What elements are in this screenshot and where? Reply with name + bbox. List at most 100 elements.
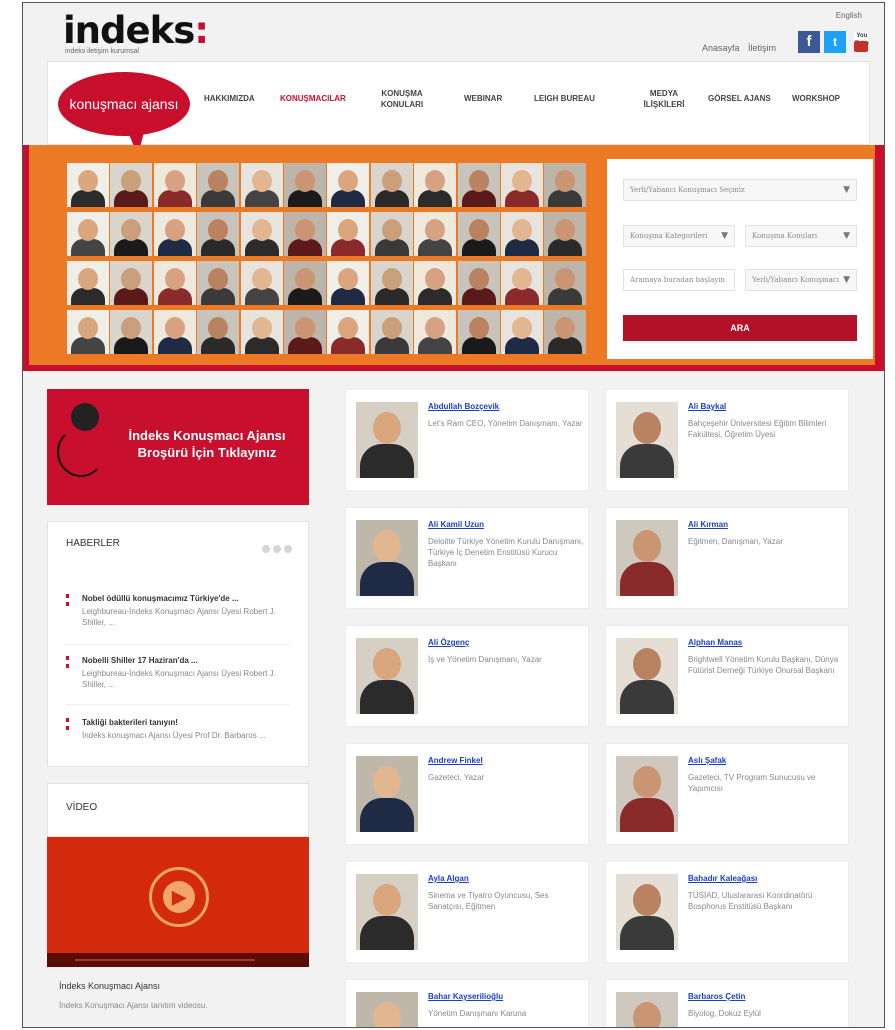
speaker-thumbnail[interactable] — [153, 310, 196, 354]
speaker-thumbnail[interactable] — [544, 310, 587, 354]
pager-dot[interactable] — [273, 545, 281, 553]
speaker-thumbnail[interactable] — [284, 163, 326, 207]
speaker-thumbnail[interactable] — [457, 163, 500, 207]
nav-gorsel-ajans[interactable]: GÖRSEL AJANS — [708, 93, 771, 104]
contact-link[interactable]: İletişim — [748, 43, 776, 53]
news-item-title[interactable]: Nobelli Shiller 17 Haziran'da ... — [82, 656, 198, 665]
speaker-name-link[interactable]: Bahadır Kaleağası — [688, 874, 757, 883]
speaker-name-link[interactable]: Ali Kamil Uzun — [428, 520, 484, 529]
speaker-thumbnail[interactable] — [370, 163, 413, 207]
speaker-thumbnail[interactable] — [153, 163, 196, 207]
nav-webinar[interactable]: WEBINAR — [464, 93, 502, 104]
topic-select[interactable]: Konuşma Konuları ▼ — [745, 225, 857, 247]
nav-workshop[interactable]: WORKSHOP — [792, 93, 840, 104]
speaker-photo[interactable] — [356, 874, 418, 950]
speaker-card[interactable]: Bahar Kayserilioğlu Yönetim Danışmanı Kar… — [345, 979, 589, 1027]
speaker-thumbnail[interactable] — [67, 310, 109, 354]
video-player[interactable]: ▶ — [47, 837, 309, 967]
speaker-photo[interactable] — [356, 520, 418, 596]
speaker-thumbnail[interactable] — [240, 261, 283, 305]
speaker-thumbnail[interactable] — [457, 261, 500, 305]
speaker-photo[interactable] — [616, 756, 678, 832]
speaker-thumbnail[interactable] — [110, 163, 153, 207]
speaker-thumbnail[interactable] — [284, 212, 326, 256]
speaker-photo[interactable] — [356, 638, 418, 714]
speaker-thumbnail[interactable] — [501, 212, 543, 256]
speaker-name-link[interactable]: Ali Kırman — [688, 520, 728, 529]
speaker-thumbnail[interactable] — [544, 212, 587, 256]
play-icon[interactable]: ▶ — [163, 881, 195, 913]
facebook-icon[interactable]: f — [798, 31, 820, 53]
category-select[interactable]: Konuşma Kategorileri ▼ — [623, 225, 735, 247]
speaker-photo[interactable] — [616, 874, 678, 950]
speaker-thumbnail[interactable] — [327, 212, 370, 256]
speaker-thumbnail[interactable] — [501, 163, 543, 207]
speaker-thumbnail[interactable] — [240, 212, 283, 256]
pager-dot[interactable] — [262, 545, 270, 553]
type-select[interactable]: Yerli/Yabancı Konuşmacı ▼ — [745, 269, 857, 291]
speaker-photo[interactable] — [616, 520, 678, 596]
speaker-thumbnail[interactable] — [501, 310, 543, 354]
speaker-card[interactable]: Bahadır Kaleağası TÜSİAD, Uluslararası Ko… — [605, 861, 849, 963]
speaker-photo[interactable] — [356, 402, 418, 478]
speaker-thumbnail[interactable] — [327, 163, 370, 207]
speaker-thumbnail[interactable] — [197, 163, 240, 207]
news-item-title[interactable]: Nobel ödüllü konuşmacımız Türkiye'de ... — [82, 594, 239, 603]
speaker-card[interactable]: Andrew Finkel Gazeteci, Yazar — [345, 743, 589, 845]
speaker-thumbnail[interactable] — [197, 261, 240, 305]
site-logo[interactable]: indeks: — [63, 9, 209, 52]
speaker-thumbnail[interactable] — [370, 261, 413, 305]
nav-medya-iliskileri[interactable]: MEDYA İLİŞKİLERİ — [640, 88, 688, 110]
speaker-photo[interactable] — [356, 756, 418, 832]
speaker-thumbnail[interactable] — [370, 212, 413, 256]
speaker-thumbnail[interactable] — [457, 310, 500, 354]
video-controls[interactable] — [47, 953, 309, 967]
speaker-photo[interactable] — [616, 638, 678, 714]
speaker-thumbnail[interactable] — [414, 310, 457, 354]
speaker-thumbnail[interactable] — [110, 310, 153, 354]
speaker-card[interactable]: Ali Kamil Uzun Deloitte Türkiye Yönetim K… — [345, 507, 589, 609]
speaker-thumbnail[interactable] — [67, 212, 109, 256]
speaker-card[interactable]: Aslı Şafak Gazeteci, TV Program Sunucusu … — [605, 743, 849, 845]
speaker-photo[interactable] — [616, 992, 678, 1027]
speaker-thumbnail[interactable] — [327, 261, 370, 305]
speaker-thumbnail[interactable] — [414, 163, 457, 207]
speaker-photo[interactable] — [616, 402, 678, 478]
speaker-thumbnail[interactable] — [110, 212, 153, 256]
speaker-thumbnail[interactable] — [414, 212, 457, 256]
speaker-thumbnail[interactable] — [327, 310, 370, 354]
speaker-thumbnail[interactable] — [67, 163, 109, 207]
speaker-card[interactable]: Ali Özgenç İş ve Yönetim Danışmanı, Yazar — [345, 625, 589, 727]
nav-leigh-bureau[interactable]: LEIGH BUREAU — [534, 93, 595, 104]
speaker-thumbnail[interactable] — [457, 212, 500, 256]
brochure-banner[interactable]: İndeks Konuşmacı Ajansı Broşürü İçin Tık… — [47, 389, 309, 505]
twitter-icon[interactable]: t — [824, 31, 846, 53]
search-input[interactable]: Aramaya buradan başlayın — [623, 269, 735, 291]
youtube-icon[interactable]: You Tube — [854, 32, 869, 52]
news-pager[interactable] — [259, 540, 292, 558]
brand-bubble[interactable]: konuşmacı ajansı — [58, 72, 190, 136]
speaker-thumbnail[interactable] — [153, 261, 196, 305]
speaker-thumbnail[interactable] — [501, 261, 543, 305]
home-link[interactable]: Anasayfa — [702, 43, 740, 53]
speaker-name-link[interactable]: Ali Baykal — [688, 402, 726, 411]
nav-hakkimizda[interactable]: HAKKIMIZDA — [204, 93, 255, 104]
speaker-thumbnail[interactable] — [197, 310, 240, 354]
nav-konusma-konulari[interactable]: KONUŞMA KONULARI — [378, 88, 426, 110]
speaker-thumbnail[interactable] — [240, 163, 283, 207]
speaker-thumbnail[interactable] — [110, 261, 153, 305]
speaker-thumbnail[interactable] — [544, 261, 587, 305]
speaker-thumbnail[interactable] — [284, 310, 326, 354]
speaker-card[interactable]: Ali Kırman Eğitmen, Danışman, Yazar — [605, 507, 849, 609]
speaker-name-link[interactable]: Bahar Kayserilioğlu — [428, 992, 503, 1001]
english-link[interactable]: English — [836, 11, 862, 20]
speaker-name-link[interactable]: Abdullah Bozçevik — [428, 402, 499, 411]
speaker-card[interactable]: Ali Baykal Bahçeşehir Üniversitesi Eğitim… — [605, 389, 849, 491]
speaker-card[interactable]: Barbaros Çetin Biyolog, Dokuz Eylül — [605, 979, 849, 1027]
video-progress-bar[interactable] — [75, 959, 255, 961]
speaker-name-link[interactable]: Ayla Algan — [428, 874, 469, 883]
speaker-card[interactable]: Abdullah Bozçevik Let's Ram CEO, Yönetim … — [345, 389, 589, 491]
speaker-thumbnail[interactable] — [153, 212, 196, 256]
speaker-card[interactable]: Alphan Manas Brightwell Yönetim Kurulu Ba… — [605, 625, 849, 727]
search-button[interactable]: ARA — [623, 315, 857, 341]
